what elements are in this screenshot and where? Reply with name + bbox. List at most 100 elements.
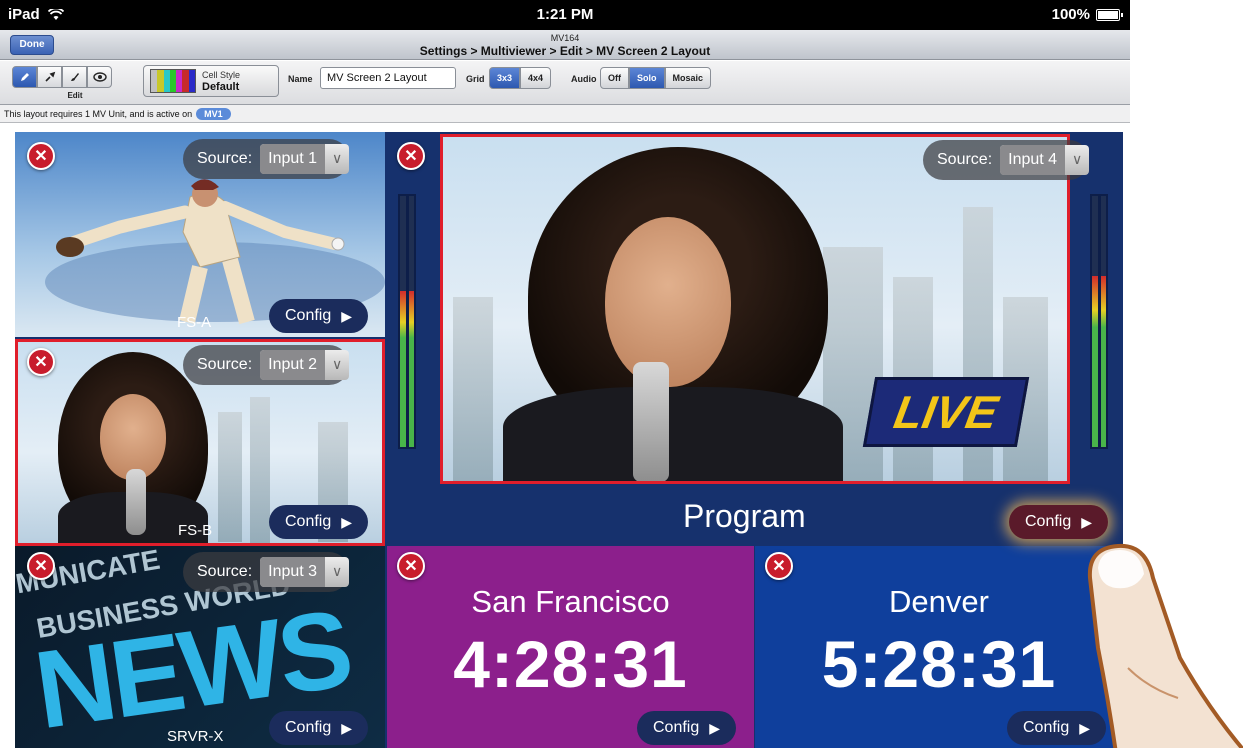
nav-subtitle: MV164 (550, 33, 580, 43)
source-selector-srvr-x[interactable]: Source: Input 3 ∨ (183, 552, 350, 592)
presenter-body (503, 387, 843, 481)
close-icon: ✕ (34, 148, 48, 165)
page-title: Settings > Multiviewer > Edit > MV Scree… (419, 44, 711, 58)
info-text: This layout requires 1 MV Unit, and is a… (4, 108, 193, 119)
audio-segmented-control: Off Solo Mosaic (600, 67, 712, 89)
chevron-down-icon: ∨ (331, 151, 343, 167)
config-label: Config (285, 513, 332, 530)
battery-percent: 100% (1051, 6, 1090, 23)
source-value: Input 2 (260, 350, 326, 380)
close-cell-fs-a-button[interactable]: ✕ (27, 142, 55, 170)
status-time: 1:21 PM (536, 6, 594, 23)
config-label: Config (285, 307, 332, 324)
eye-icon (92, 72, 107, 82)
config-label: Config (285, 719, 332, 736)
close-icon: ✕ (34, 558, 48, 575)
cell-style-label: Cell Style (202, 70, 241, 80)
eye-tool-button[interactable] (87, 66, 112, 88)
status-right: 100% (1051, 6, 1123, 23)
cell-style-button[interactable]: Cell Style Default (143, 65, 279, 97)
config-button-san-francisco[interactable]: Config ▶ (637, 711, 737, 745)
city-time: 5:28:31 (821, 627, 1057, 701)
meter-level (408, 291, 414, 447)
audio-solo-button[interactable]: Solo (629, 67, 665, 89)
play-icon: ▶ (341, 307, 353, 324)
edit-label: Edit (67, 91, 83, 100)
config-button-denver[interactable]: Config ▶ (1007, 711, 1107, 745)
source-label: Source: (197, 563, 253, 580)
grid-segmented-control: 3x3 4x4 (489, 67, 552, 89)
config-button-program[interactable]: Config ▶ (1009, 505, 1109, 539)
mv-unit-badge[interactable]: MV1 (196, 107, 231, 120)
source-value: Input 1 (260, 144, 326, 174)
microphone-image (126, 469, 146, 535)
config-label: Config (1025, 513, 1072, 530)
close-cell-fs-b-button[interactable]: ✕ (27, 348, 55, 376)
grid-label: Grid (466, 74, 485, 84)
battery-icon (1096, 8, 1123, 21)
play-icon: ▶ (341, 513, 353, 530)
source-dropdown[interactable]: Input 4 ∨ (1000, 145, 1090, 175)
audio-meter-right (1090, 194, 1108, 449)
play-icon: ▶ (709, 719, 721, 736)
grid-3x3-button[interactable]: 3x3 (489, 67, 521, 89)
cell-label-fs-b: FS-B (178, 522, 213, 539)
config-button-fs-a[interactable]: Config ▶ (269, 299, 369, 333)
config-button-fs-b[interactable]: Config ▶ (269, 505, 369, 539)
close-cell-denver-button[interactable]: ✕ (765, 552, 793, 580)
chevron-down-icon: ∨ (331, 357, 343, 373)
microphone-image (633, 362, 669, 481)
building-shape (250, 397, 270, 543)
eyedropper-icon (44, 71, 55, 82)
source-selector-fs-a[interactable]: Source: Input 1 ∨ (183, 139, 350, 179)
city-name: San Francisco (471, 584, 670, 619)
program-label: Program (683, 498, 806, 534)
pencil-tool-button[interactable] (12, 66, 37, 88)
close-icon: ✕ (34, 354, 48, 371)
config-label: Config (653, 719, 700, 736)
close-cell-srvr-x-button[interactable]: ✕ (27, 552, 55, 580)
building-shape (453, 297, 493, 481)
presenter-face (605, 217, 731, 387)
source-selector-fs-b[interactable]: Source: Input 2 ∨ (183, 345, 350, 385)
name-label: Name (288, 74, 313, 84)
city-time: 4:28:31 (453, 627, 688, 701)
meter-level (400, 291, 406, 447)
cell-program[interactable]: LIVE Program (387, 132, 1123, 546)
close-cell-san-francisco-button[interactable]: ✕ (397, 552, 425, 580)
audio-label: Audio (571, 74, 597, 84)
layout-name-input[interactable]: MV Screen 2 Layout (320, 67, 456, 89)
source-selector-program[interactable]: Source: Input 4 ∨ (923, 140, 1090, 180)
audio-off-button[interactable]: Off (600, 67, 629, 89)
source-label: Source: (937, 151, 993, 168)
close-icon: ✕ (772, 558, 786, 575)
brush-tool-button[interactable] (62, 66, 87, 88)
eyedropper-tool-button[interactable] (37, 66, 62, 88)
toolbar: Edit Cell Style Default Name MV Screen 2… (0, 61, 1130, 105)
building-shape (218, 412, 242, 542)
config-label: Config (1023, 719, 1070, 736)
audio-meter-left (398, 194, 416, 449)
grid-4x4-button[interactable]: 4x4 (520, 67, 552, 89)
source-value: Input 4 (1000, 145, 1066, 175)
source-dropdown[interactable]: Input 2 ∨ (260, 350, 350, 380)
status-bar: iPad 1:21 PM 100% (0, 0, 1130, 30)
cell-style-value: Default (202, 81, 240, 93)
close-cell-program-button[interactable]: ✕ (397, 142, 425, 170)
live-badge: LIVE (862, 377, 1030, 447)
config-button-srvr-x[interactable]: Config ▶ (269, 711, 369, 745)
source-dropdown[interactable]: Input 1 ∨ (260, 144, 350, 174)
audio-mosaic-button[interactable]: Mosaic (664, 67, 712, 89)
cell-label-srvr-x: SRVR-X (167, 728, 224, 745)
source-label: Source: (197, 150, 253, 167)
info-bar: This layout requires 1 MV Unit, and is a… (0, 105, 1130, 123)
pencil-icon (20, 73, 29, 81)
color-bars-icon (150, 69, 196, 93)
presenter-face (100, 394, 166, 480)
play-icon: ▶ (1081, 513, 1093, 530)
multiviewer-layout: FS-A FS-B MUNICATE BUSINESS WORLD NEWS S… (15, 132, 1123, 748)
source-dropdown[interactable]: Input 3 ∨ (260, 557, 350, 587)
chevron-down-icon: ∨ (331, 564, 343, 580)
chevron-down-icon: ∨ (1071, 152, 1083, 168)
play-icon: ▶ (1079, 719, 1091, 736)
